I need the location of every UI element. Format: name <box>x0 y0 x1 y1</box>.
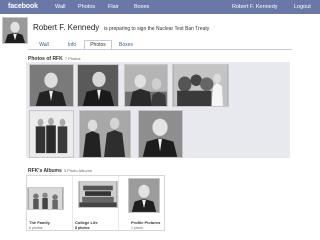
album-title[interactable]: The Family <box>29 220 50 225</box>
albums-section-heading: RFK's Albums 3 Photo Albums <box>28 168 92 174</box>
photo-thumbnail[interactable] <box>172 64 229 107</box>
profile-picture[interactable] <box>2 17 28 44</box>
photo-thumbnail[interactable] <box>124 64 168 107</box>
tab-info[interactable]: Info <box>62 41 82 49</box>
album-cover[interactable] <box>78 181 118 208</box>
profile-status: is preparing to sign the Nuclear Test Ba… <box>104 26 210 32</box>
album-cover[interactable] <box>128 178 160 213</box>
album-title[interactable]: Profile Pictures <box>131 220 160 225</box>
photo-thumbnail[interactable] <box>29 64 74 107</box>
album-count: 6 photos <box>29 226 43 230</box>
nav-photos[interactable]: Photos <box>78 4 95 10</box>
profile-name: Robert F. Kennedy <box>33 23 100 32</box>
photo-thumbnail[interactable] <box>29 110 74 158</box>
nav-boxes[interactable]: Boxes <box>134 4 149 10</box>
album-count: 1 photo <box>131 226 143 230</box>
nav-user-name[interactable]: Robert F. Kennedy <box>232 4 278 10</box>
tab-photos[interactable]: Photos <box>84 40 112 49</box>
logout-link[interactable]: Logout <box>294 4 311 10</box>
facebook-logo[interactable]: facebook <box>8 3 38 10</box>
nav-flair[interactable]: Flair <box>108 4 119 10</box>
albums-section-title: RFK's Albums <box>28 168 62 174</box>
tab-divider <box>28 49 292 50</box>
photo-thumbnail[interactable] <box>77 64 119 107</box>
album-cover[interactable] <box>27 187 64 210</box>
photo-thumbnail[interactable] <box>138 110 183 158</box>
photos-section-count: 7 Photos <box>64 56 81 61</box>
album-count: 8 photos <box>75 226 90 230</box>
photo-thumbnail[interactable] <box>79 110 131 158</box>
album-title[interactable]: College Life <box>75 220 98 225</box>
tab-boxes[interactable]: Boxes <box>113 41 139 49</box>
top-navigation-bar: facebook Wall Photos Flair Boxes Robert … <box>0 0 320 14</box>
nav-wall[interactable]: Wall <box>55 4 66 10</box>
tab-wall[interactable]: Wall <box>34 41 54 49</box>
albums-section-count: 3 Photo Albums <box>63 168 92 173</box>
